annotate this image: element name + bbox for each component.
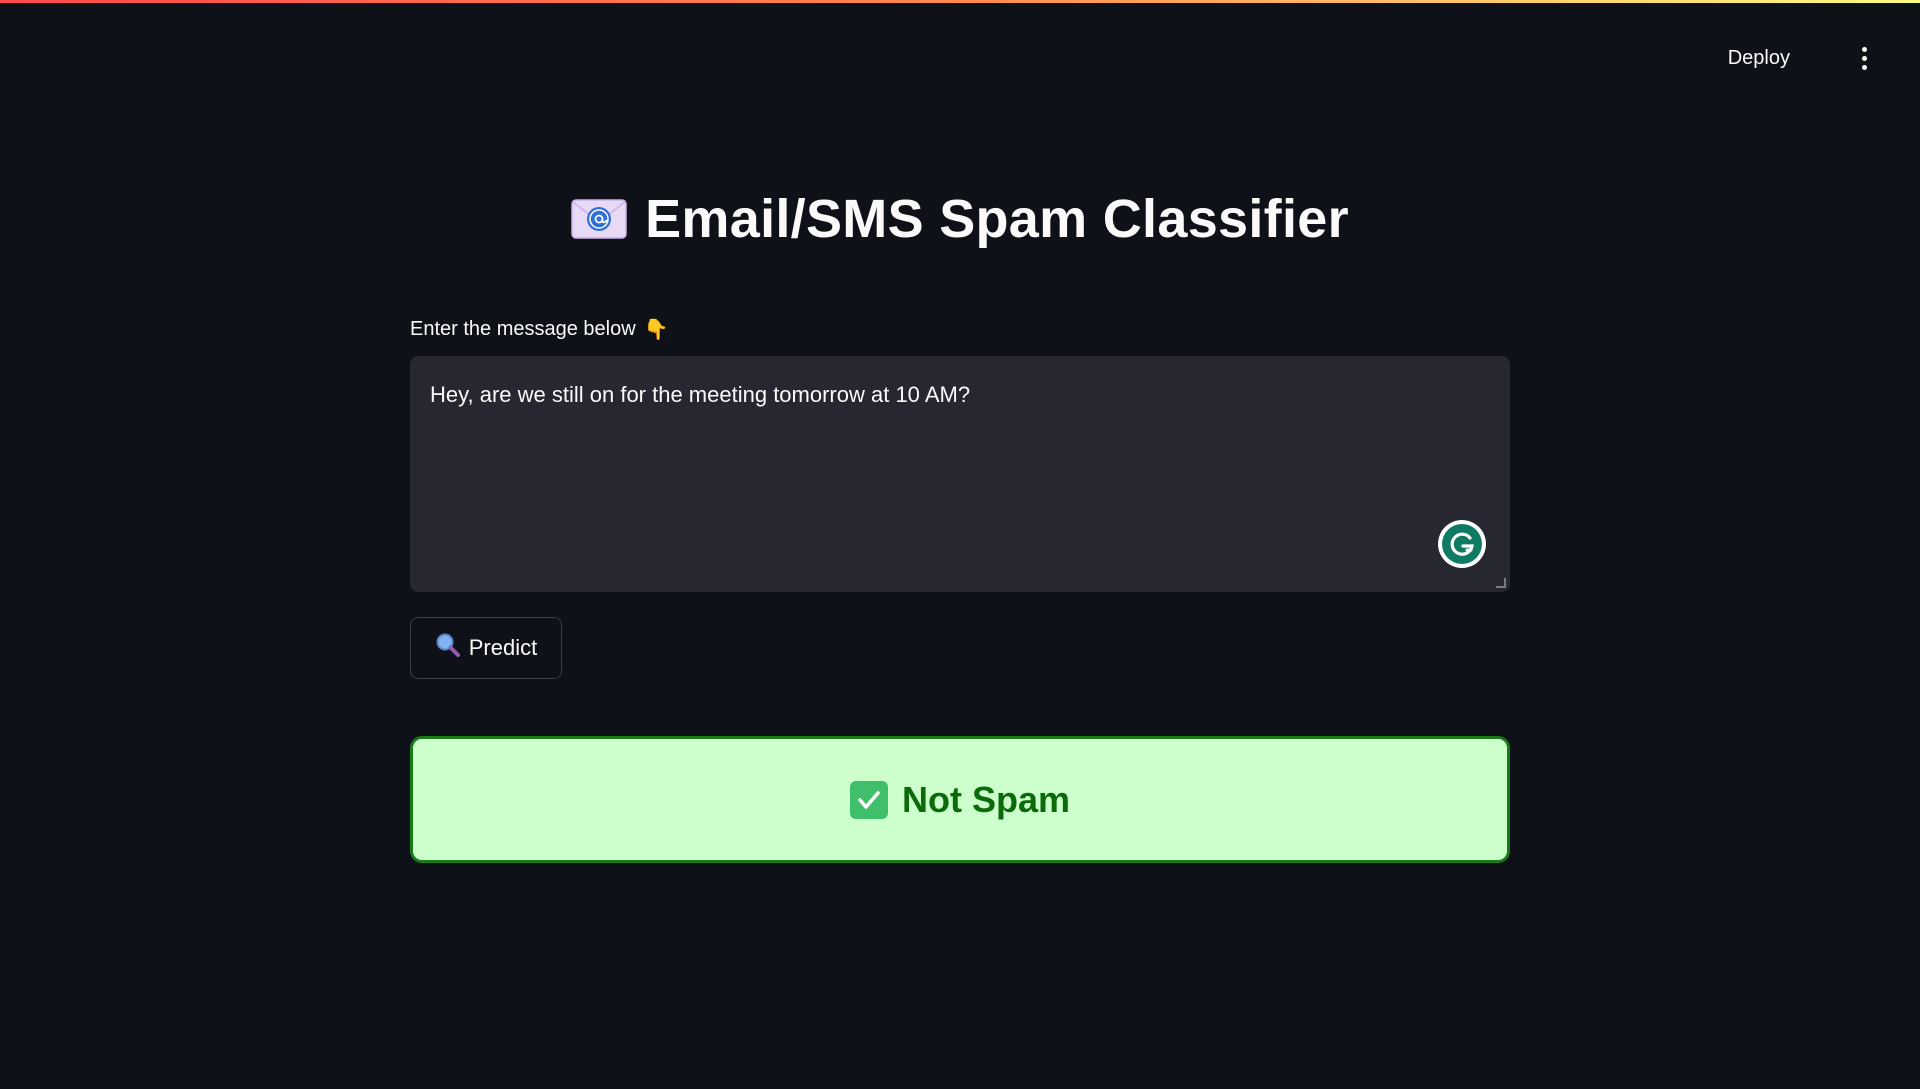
menu-dot	[1861, 64, 1867, 70]
app-header: Deploy	[0, 3, 1920, 113]
page-title: Email/SMS Spam Classifier	[645, 189, 1349, 249]
grammarly-g-icon	[1442, 524, 1482, 564]
check-mark-icon	[849, 780, 888, 819]
result-label: Not Spam	[901, 778, 1070, 820]
email-envelope-icon	[571, 198, 627, 240]
message-textarea[interactable]: Hey, are we still on for the meeting tom…	[410, 356, 1510, 592]
message-text: Hey, are we still on for the meeting tom…	[430, 382, 971, 407]
grammarly-icon[interactable]	[1438, 520, 1486, 568]
result-banner: Not Spam	[410, 736, 1510, 863]
page-title-row: Email/SMS Spam Classifier	[410, 188, 1510, 250]
predict-label: Predict	[468, 635, 538, 660]
menu-dot	[1861, 46, 1867, 52]
predict-button[interactable]: Predict	[410, 617, 562, 679]
input-label-row: Enter the message below 👇	[410, 318, 669, 341]
resize-handle[interactable]	[1496, 578, 1506, 588]
deploy-button[interactable]: Deploy	[1718, 43, 1800, 74]
input-label: Enter the message below	[410, 318, 636, 340]
magnifier-icon	[435, 632, 461, 664]
vertical-ellipsis-icon[interactable]	[1852, 43, 1876, 73]
pointing-down-icon: 👇	[643, 318, 669, 341]
menu-dot	[1861, 55, 1867, 61]
